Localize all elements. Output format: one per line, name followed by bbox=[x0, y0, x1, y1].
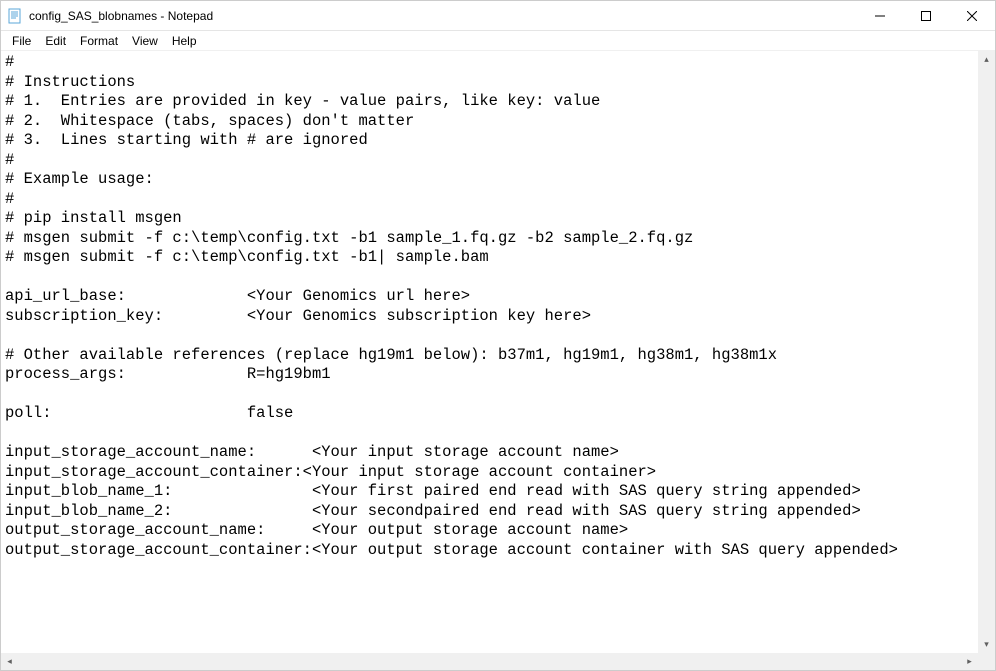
window-controls bbox=[857, 1, 995, 30]
notepad-icon bbox=[7, 8, 23, 24]
vertical-scrollbar[interactable]: ▴ ▾ bbox=[978, 51, 995, 653]
scroll-left-arrow-icon[interactable]: ◂ bbox=[1, 653, 18, 670]
text-content[interactable]: # # Instructions # 1. Entries are provid… bbox=[1, 51, 978, 653]
editor-area: # # Instructions # 1. Entries are provid… bbox=[1, 51, 995, 653]
menubar: File Edit Format View Help bbox=[1, 31, 995, 51]
h-scroll-track[interactable] bbox=[18, 653, 961, 670]
menu-file[interactable]: File bbox=[5, 33, 38, 49]
maximize-button[interactable] bbox=[903, 1, 949, 30]
v-scroll-track[interactable] bbox=[978, 68, 995, 636]
menu-format[interactable]: Format bbox=[73, 33, 125, 49]
close-button[interactable] bbox=[949, 1, 995, 30]
scroll-right-arrow-icon[interactable]: ▸ bbox=[961, 653, 978, 670]
titlebar[interactable]: config_SAS_blobnames - Notepad bbox=[1, 1, 995, 31]
horizontal-scrollbar[interactable]: ◂ ▸ bbox=[1, 653, 995, 670]
menu-help[interactable]: Help bbox=[165, 33, 204, 49]
menu-edit[interactable]: Edit bbox=[38, 33, 73, 49]
scroll-corner bbox=[978, 653, 995, 670]
scroll-up-arrow-icon[interactable]: ▴ bbox=[978, 51, 995, 68]
window-title: config_SAS_blobnames - Notepad bbox=[29, 9, 857, 23]
notepad-window: config_SAS_blobnames - Notepad File Edit… bbox=[0, 0, 996, 671]
menu-view[interactable]: View bbox=[125, 33, 165, 49]
scroll-down-arrow-icon[interactable]: ▾ bbox=[978, 636, 995, 653]
minimize-button[interactable] bbox=[857, 1, 903, 30]
